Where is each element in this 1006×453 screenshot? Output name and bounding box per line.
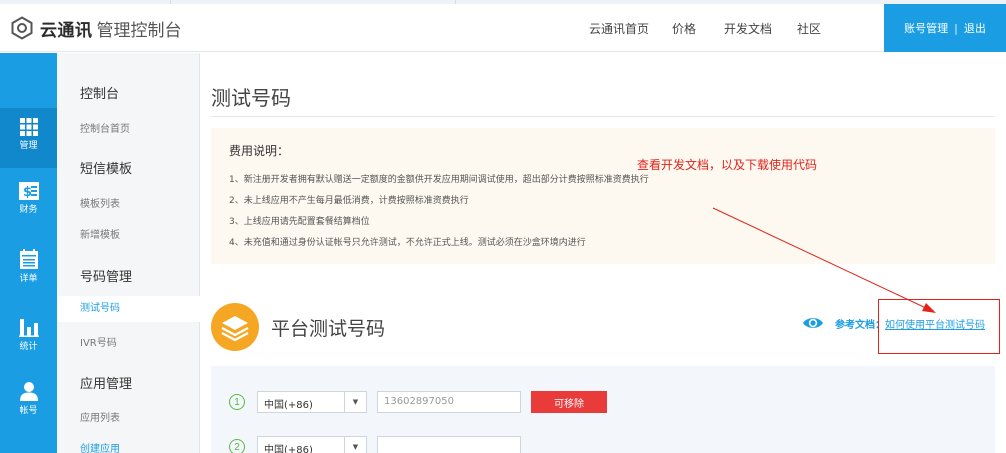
account-manage-link[interactable]: 账号管理 [904, 20, 948, 36]
product-name: 管理控制台 [96, 20, 182, 41]
menu-item-template-list[interactable]: 模板列表 [80, 195, 120, 210]
caret-down-icon[interactable]: ▼ [344, 437, 366, 453]
test-number-form: 1 中国(+86) ▼ 13602897050 可移除 2 中国(+86) ▼ [211, 366, 995, 453]
notice-item: 4、未充值和通过身份认证帐号只允许测试，不允许正式上线。测试必须在沙盒环境内进行 [229, 238, 586, 248]
rail-item-account[interactable]: 帐号 [0, 373, 57, 433]
bar-chart-icon [18, 319, 39, 337]
menu-group-sms: 短信模板 [80, 162, 133, 177]
notice-item: 2、未上线应用不产生每月最低消费，计费按照标准资费执行 [229, 196, 469, 206]
title-divider [211, 116, 995, 117]
finance-icon: $ [18, 182, 39, 200]
country-code-value: 中国(+86) [264, 445, 313, 453]
rail-item-manage[interactable]: 管理 [0, 108, 57, 168]
layers-icon [211, 303, 259, 351]
number-row: 1 中国(+86) ▼ 13602897050 可移除 [229, 391, 607, 413]
rail-item-stats[interactable]: 统计 [0, 309, 57, 369]
page-title: 测试号码 [211, 86, 291, 110]
brand-name: 云通讯 [40, 20, 93, 41]
menu-group-apps: 应用管理 [80, 377, 133, 392]
row-index: 2 [229, 439, 245, 453]
secondary-menu: 控制台 控制台首页 短信模板 模板列表 新增模板 号码管理 测试号码 IVR号码… [57, 53, 200, 453]
icon-rail: 管理 $ 财务 详单 统计 帐号 [0, 53, 57, 453]
nav-community-link[interactable]: 社区 [797, 20, 821, 37]
calendar-icon [19, 249, 38, 269]
annotation-highlight-box [878, 299, 1000, 354]
menu-item-new-template[interactable]: 新增模板 [80, 226, 120, 241]
rail-label: 统计 [19, 342, 38, 352]
remove-button[interactable]: 可移除 [531, 391, 607, 413]
country-code-select[interactable]: 中国(+86) ▼ [257, 391, 367, 413]
nav-home-link[interactable]: 云通讯首页 [589, 20, 649, 37]
rail-item-finance[interactable]: $ 财务 [0, 173, 57, 233]
menu-item-app-list[interactable]: 应用列表 [80, 409, 120, 424]
country-code-select[interactable]: 中国(+86) ▼ [257, 436, 367, 453]
section-title: 平台测试号码 [271, 317, 386, 340]
notice-item: 3、上线应用请先配置套餐结算档位 [229, 217, 370, 227]
cloud-logo-icon [11, 16, 33, 40]
row-index: 1 [229, 394, 245, 410]
nav-pricing-link[interactable]: 价格 [672, 20, 696, 37]
menu-item-ivr-numbers[interactable]: IVR号码 [80, 334, 117, 349]
phone-number-input[interactable] [377, 436, 521, 453]
menu-item-create-app[interactable]: 创建应用 [80, 440, 120, 453]
section-header: 平台测试号码 [211, 303, 385, 351]
user-icon [19, 382, 38, 401]
rail-label: 帐号 [19, 406, 38, 416]
caret-down-icon[interactable]: ▼ [344, 392, 366, 412]
rail-item-details[interactable]: 详单 [0, 241, 57, 301]
grid-icon [19, 118, 38, 136]
logo[interactable]: 云通讯 管理控制台 [10, 15, 182, 41]
rail-label: 详单 [19, 274, 38, 284]
fee-notice-panel: 费用说明： 1、新注册开发者拥有默认赠送一定额度的金额供开发应用期间调试使用，超… [211, 128, 995, 264]
eye-icon [803, 318, 823, 328]
notice-title: 费用说明： [229, 144, 290, 158]
menu-group-numbers: 号码管理 [80, 270, 133, 285]
rail-label: 管理 [19, 141, 38, 151]
account-separator: | [954, 21, 958, 35]
account-bar: 账号管理 | 退出 [884, 4, 1006, 52]
number-row: 2 中国(+86) ▼ [229, 436, 521, 453]
menu-item-test-numbers[interactable]: 测试号码 [57, 296, 200, 322]
annotation-text: 查看开发文档，以及下载使用代码 [637, 158, 818, 172]
country-code-value: 中国(+86) [264, 400, 313, 411]
svg-text:$: $ [23, 185, 32, 200]
notice-item: 1、新注册开发者拥有默认赠送一定额度的金额供开发应用期间调试使用，超出部分计费按… [229, 175, 649, 185]
nav-docs-link[interactable]: 开发文档 [724, 20, 772, 37]
phone-number-input[interactable]: 13602897050 [377, 391, 521, 413]
menu-group-console: 控制台 [80, 87, 120, 102]
logout-link[interactable]: 退出 [964, 20, 986, 36]
rail-label: 财务 [19, 205, 38, 215]
top-header: 云通讯 管理控制台 云通讯首页 价格 开发文档 社区 账号管理 | 退出 [0, 4, 1006, 52]
menu-item-console-home[interactable]: 控制台首页 [80, 120, 130, 135]
notice-list: 1、新注册开发者拥有默认赠送一定额度的金额供开发应用期间调试使用，超出部分计费按… [229, 170, 649, 254]
